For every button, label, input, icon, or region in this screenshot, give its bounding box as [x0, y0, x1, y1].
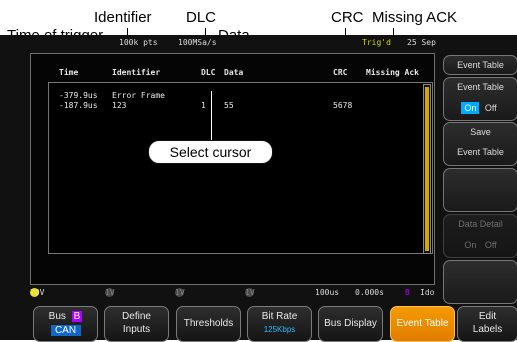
on-option[interactable]: On — [461, 102, 480, 114]
inputs-label: Inputs — [122, 324, 151, 335]
time-offset: 0.000s — [355, 288, 384, 297]
off-option[interactable]: Off — [482, 102, 500, 114]
callout-missing-ack: Missing ACK — [372, 9, 458, 26]
bit-rate-value: 125Kbps — [263, 325, 296, 334]
row-time: -379.9us — [59, 91, 98, 100]
thresholds-button[interactable]: Thresholds — [176, 306, 241, 342]
event-table-toggle-label: Event Table — [457, 82, 504, 92]
ch4-value: 1V — [245, 288, 255, 297]
table-row[interactable]: -187.9us 123 1 55 5678 — [59, 101, 431, 111]
bus-display-button[interactable]: Bus Display — [318, 306, 383, 342]
row-dlc: 1 — [201, 101, 206, 110]
select-cursor-callout: Select cursor — [148, 140, 273, 164]
event-table-title: Event Table — [443, 55, 517, 75]
right-menu: Event Table Event Table On Off Save Even… — [443, 55, 517, 340]
row-time: -187.9us — [59, 101, 98, 110]
bus-can-button[interactable]: Bus B CAN — [33, 306, 98, 342]
data-detail-on: On — [464, 240, 477, 250]
blank-menu-slot-2 — [443, 260, 517, 304]
date-label: 25 Sep — [407, 38, 436, 47]
event-table-button-label: Event Table — [396, 318, 449, 329]
row-data: 55 — [224, 101, 234, 110]
table-header-crc: CRC — [333, 68, 348, 77]
save-event-table-button[interactable]: Save Event Table — [443, 122, 517, 166]
callout-crc: CRC — [331, 9, 364, 26]
event-table-button[interactable]: Event Table — [390, 306, 455, 342]
timebase: 100us — [315, 288, 340, 297]
data-detail-toggle: Data Detail On Off — [443, 214, 517, 258]
row-identifier: 123 — [112, 101, 127, 110]
table-row[interactable]: -379.9us Error Frame — [59, 91, 431, 101]
row-identifier: Error Frame — [112, 91, 165, 100]
bus-indicator: B — [405, 288, 410, 297]
data-detail-label: Data Detail — [458, 219, 503, 229]
event-table-label: Event Table — [457, 60, 504, 70]
bus-badge: B — [71, 311, 83, 322]
bus-display-label: Bus Display — [324, 318, 377, 329]
select-cursor-line — [211, 91, 212, 141]
bottom-menu: Bus B CAN Define Inputs Thresholds Bit R… — [33, 306, 517, 342]
event-table-toggle[interactable]: Event Table On Off — [443, 77, 517, 121]
data-detail-off: Off — [484, 240, 497, 250]
ch2-value: 1V — [105, 288, 115, 297]
table-header-data: Data — [224, 68, 244, 77]
bit-rate-label: Bit Rate — [261, 311, 298, 322]
table-header-time: Time — [59, 68, 79, 77]
blank-menu-slot-1 — [443, 168, 517, 212]
event-table-on-off: On Off — [444, 102, 517, 114]
save-sub-label: Event Table — [457, 147, 504, 157]
sample-rate: 100MSa/s — [178, 38, 217, 47]
edit-labels-button[interactable]: Edit Labels — [457, 306, 517, 342]
edit-label: Edit — [478, 311, 497, 322]
bus-sub-label: CAN — [50, 325, 81, 336]
bus-label: Bus B — [34, 311, 97, 322]
table-header-dlc: DLC — [201, 68, 216, 77]
define-inputs-button[interactable]: Define Inputs — [104, 306, 169, 342]
thresholds-label: Thresholds — [183, 318, 234, 329]
table-header-missing-ack: Missing Ack — [366, 68, 419, 77]
save-label: Save — [470, 127, 491, 137]
table-scrollbar-thumb[interactable] — [425, 87, 429, 251]
ch1-value: 20V — [30, 288, 45, 297]
table-header-identifier: Identifier — [112, 68, 161, 77]
define-label: Define — [122, 311, 151, 322]
ido-label: Ido — [420, 288, 435, 297]
callout-identifier: Identifier — [94, 9, 152, 26]
row-crc: 5678 — [333, 101, 353, 110]
channel-status-bar: 20V 1V 1V 1V 100us 0.000s B Ido — [30, 288, 438, 299]
event-table[interactable]: -379.9us Error Frame -187.9us 123 1 55 5… — [48, 82, 433, 254]
data-detail-options: On Off — [444, 239, 517, 251]
ch3-value: 1V — [175, 288, 185, 297]
top-status-strip: 100k pts 100MSa/s Trig'd 25 Sep — [100, 38, 438, 50]
memory-length: 100k pts — [119, 38, 158, 47]
bus-label-text: Bus — [48, 311, 66, 322]
labels-label: Labels — [472, 324, 503, 335]
bit-rate-button[interactable]: Bit Rate 125Kbps — [247, 306, 312, 342]
table-scrollbar[interactable] — [423, 84, 431, 254]
trigger-status: Trig'd — [362, 38, 391, 47]
callout-dlc: DLC — [186, 9, 217, 26]
